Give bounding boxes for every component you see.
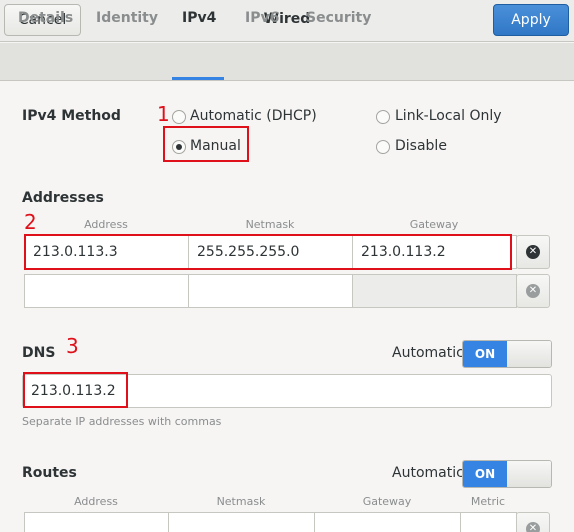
tab-security[interactable]: Security [306,10,371,26]
delete-address-button[interactable]: ✕ [516,235,550,269]
annotation-box-manual [163,126,249,162]
switch-on-label: ON [463,341,507,367]
routes-label: Routes [22,465,77,481]
annotation-box-address-row [24,234,512,270]
route-metric-column-header: Metric [470,495,506,508]
ipv4-method-label: IPv4 Method [22,108,121,124]
annotation-box-dns [23,372,128,408]
gateway-input[interactable] [352,274,517,308]
switch-knob[interactable] [507,461,551,487]
switch-on-label: ON [463,461,507,487]
tab-ipv6[interactable]: IPv6 [245,10,279,26]
netmask-column-header: Netmask [245,218,295,231]
dns-hint: Separate IP addresses with commas [22,415,222,428]
tab-identity[interactable]: Identity [96,10,158,26]
active-tab-indicator [172,77,224,80]
route-netmask-input[interactable] [168,512,315,532]
delete-icon: ✕ [526,522,540,532]
address-input[interactable] [24,274,189,308]
radio-link-local-only-label[interactable]: Link-Local Only [395,108,502,124]
annotation-number-1: 1 [157,102,170,126]
route-gateway-input[interactable] [314,512,461,532]
annotation-number-2: 2 [24,210,37,234]
radio-link-local-only[interactable] [376,110,390,124]
radio-automatic-dhcp-label[interactable]: Automatic (DHCP) [190,108,317,124]
window-title: Wired [263,11,311,27]
delete-route-button[interactable]: ✕ [516,512,550,532]
dns-label: DNS [22,345,56,361]
route-address-column-header: Address [74,495,118,508]
apply-button[interactable]: Apply [493,4,569,36]
addresses-label: Addresses [22,190,104,206]
tab-bar [0,43,574,81]
route-gateway-column-header: Gateway [362,495,412,508]
route-netmask-column-header: Netmask [216,495,266,508]
radio-automatic-dhcp[interactable] [172,110,186,124]
route-metric-input[interactable] [460,512,517,532]
routes-automatic-switch[interactable]: ON [462,460,552,488]
radio-disable[interactable] [376,140,390,154]
radio-disable-label[interactable]: Disable [395,138,447,154]
delete-icon: ✕ [526,284,540,298]
tab-details[interactable]: Details [18,10,73,26]
route-address-input[interactable] [24,512,169,532]
tab-ipv4[interactable]: IPv4 [182,10,216,26]
delete-address-button[interactable]: ✕ [516,274,550,308]
gateway-column-header: Gateway [409,218,459,231]
switch-knob[interactable] [507,341,551,367]
routes-automatic-label: Automatic [392,465,464,481]
netmask-input[interactable] [188,274,353,308]
delete-icon: ✕ [526,245,540,259]
dns-automatic-switch[interactable]: ON [462,340,552,368]
dns-automatic-label: Automatic [392,345,464,361]
address-column-header: Address [84,218,128,231]
annotation-number-3: 3 [66,334,79,358]
